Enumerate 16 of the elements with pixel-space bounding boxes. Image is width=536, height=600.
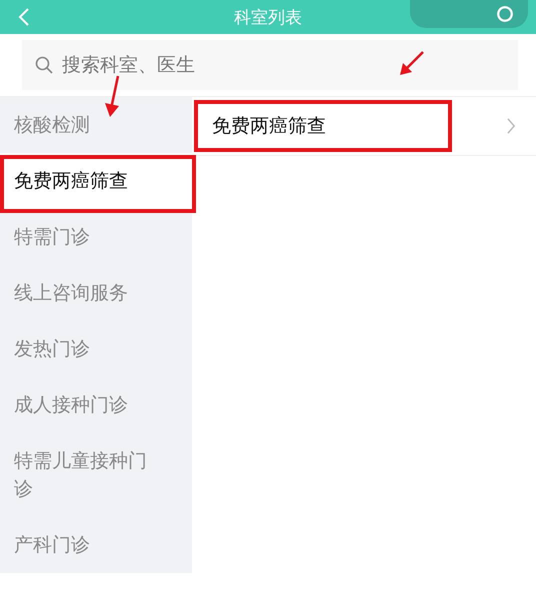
chevron-right-icon <box>507 118 516 134</box>
department-item[interactable]: 线上咨询服务 <box>0 265 192 321</box>
annotation-arrow <box>398 51 424 77</box>
back-icon[interactable] <box>18 7 30 27</box>
department-item[interactable]: 特需门诊 <box>0 209 192 265</box>
department-item[interactable]: 成人接种门诊 <box>0 377 192 433</box>
sub-department-row[interactable]: 免费两癌筛查 <box>192 97 536 156</box>
department-item[interactable]: 产科门诊 <box>0 517 192 573</box>
page-title: 科室列表 <box>234 6 302 28</box>
department-item[interactable]: 特需儿童接种门诊 <box>0 433 192 517</box>
circle-icon[interactable] <box>496 5 514 23</box>
department-item[interactable]: 发热门诊 <box>0 321 192 377</box>
department-item[interactable]: 核酸检测 <box>0 97 192 153</box>
department-item[interactable]: 免费两癌筛查 <box>0 153 192 209</box>
search-field[interactable]: 搜索科室、医生 <box>22 40 518 90</box>
capsule-menu[interactable] <box>410 0 528 28</box>
